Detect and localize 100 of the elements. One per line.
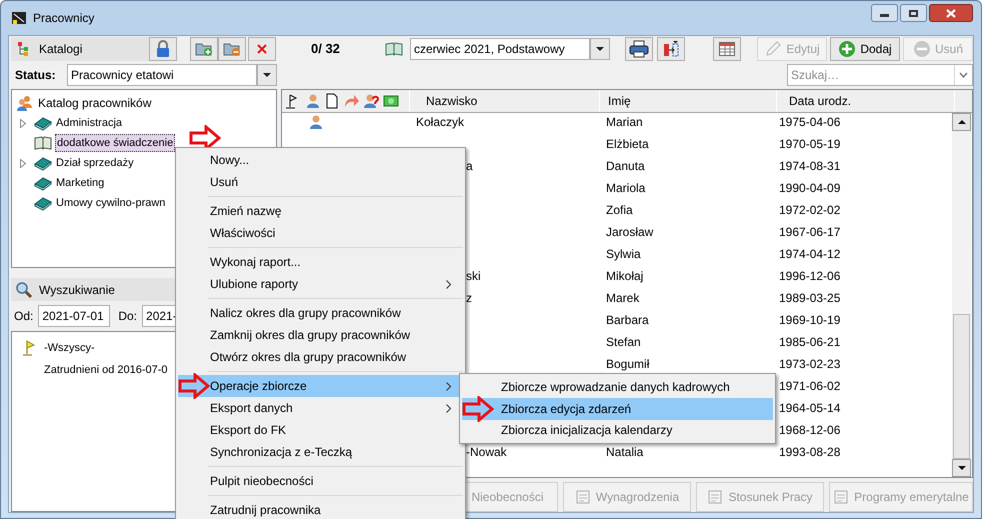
table-cell: 1971-06-02 [779,379,840,393]
catalogs-title: Katalogi [39,41,82,58]
table-cell: Natalia [606,445,644,459]
printer-icon [629,40,649,58]
table-cell: Danuta [606,159,645,173]
table-cell: Barbara [606,313,649,327]
table-cell: 1985-06-21 [779,335,840,349]
open-book-icon [385,41,403,57]
table-cell: 1975-04-06 [779,115,840,129]
menu-item[interactable]: Eksport do FK [178,419,463,441]
close-icon [257,44,267,54]
book-icon [34,195,52,211]
table-cell: Stefan [606,335,641,349]
table-cell: 1968-12-06 [779,423,840,437]
filter-item[interactable]: Zatrudnieni od 2016-07-0 [44,362,168,378]
redo-arrow-icon [343,93,359,109]
menu-item[interactable]: Zbiorcza inicjalizacja kalendarzy [462,420,773,441]
book-icon [34,115,52,131]
columns-button[interactable] [713,37,741,61]
tree-item[interactable]: Dział sprzedaży [56,154,134,172]
table-cell: 1970-05-19 [779,137,840,151]
table-cell: Mariola [606,181,646,195]
tree-item[interactable]: dodatkowe świadczenie [55,134,176,152]
plus-circle-icon [838,40,856,58]
search-field[interactable]: Szukaj… [787,64,973,86]
from-label: Od: [14,308,34,326]
menu-item[interactable]: Zmień nazwę [178,200,463,222]
menu-item[interactable]: Otwórz okres dla grupy pracowników [178,346,463,368]
menu-item[interactable]: Zbiorcza edycja zdarzeń [462,398,773,420]
export-icon [662,40,680,58]
column-header[interactable]: Nazwisko [410,90,600,112]
people-icon [16,95,34,111]
table-cell: -Nowak [466,445,507,459]
menu-item[interactable]: Synchronizacja z e-Teczką [178,441,463,463]
table-cell: 1993-08-28 [779,445,840,459]
person-icon [308,114,324,130]
table-cell: Marian [606,115,643,129]
table-cell: 1967-06-17 [779,225,840,239]
tree-item[interactable]: Umowy cywilno-prawn [56,194,166,212]
scrollbar[interactable] [952,113,971,477]
close-button[interactable] [929,4,973,22]
menu-item[interactable]: Ulubione raporty [178,273,463,295]
table-cell: a [466,159,473,173]
document-icon [833,489,850,505]
person-icon [305,93,321,109]
table-cell: ski [466,269,481,283]
menu-item[interactable]: Usuń [178,171,463,193]
table-icon [719,42,735,56]
pencil-icon [764,40,782,58]
table-cell: z [466,291,472,305]
tree-item[interactable]: Katalog pracowników [38,94,152,112]
menu-item[interactable]: Nowy... [178,149,463,171]
chevron-down-icon [959,72,968,78]
window-title: Pracownicy [33,10,94,27]
close-icon [946,8,956,18]
table-cell: Sylwia [606,247,641,261]
expand-icon[interactable] [20,118,26,128]
status-label: Status: [14,67,57,84]
minimize-button[interactable] [871,4,898,22]
scroll-up-icon [958,120,966,124]
open-book-icon [34,135,52,151]
chevron-right-icon [446,404,451,412]
menu-item[interactable]: Eksport danych [178,397,463,419]
app-icon [11,10,27,26]
export-button[interactable] [657,37,685,61]
remove-folder-button[interactable] [218,37,246,61]
table-cell: Kołaczyk [416,115,464,129]
caret-icon [263,73,271,77]
table-cell: 1974-04-12 [779,247,840,261]
document-icon [325,93,339,109]
table-cell: Bogumił [606,357,650,371]
add-folder-button[interactable] [190,37,218,61]
table-cell: Mikołaj [606,269,644,283]
menu-item[interactable]: Zbiorcze wprowadzanie danych kadrowych [462,376,773,398]
folder-plus-icon [195,41,213,57]
document-icon [574,489,591,505]
from-date-field[interactable]: 2021-07-01 [38,305,110,328]
toolbar-button[interactable]: Dodaj [830,37,900,61]
filter-item[interactable]: -Wszyscy- [44,340,95,356]
table-cell: 1974-08-31 [779,159,840,173]
table-cell: 1996-12-06 [779,269,840,283]
delete-button[interactable] [248,37,276,61]
to-label: Do: [118,308,138,326]
tree-item[interactable]: Administracja [56,114,122,132]
minus-circle-icon [912,40,931,58]
lock-button[interactable] [149,37,177,61]
chevron-right-icon [446,280,451,288]
table-cell: Marek [606,291,640,305]
maximize-button[interactable] [900,4,927,22]
expand-icon[interactable] [20,158,26,168]
table-cell: Jarosław [606,225,654,239]
tree-item[interactable]: Marketing [56,174,104,192]
menu-item[interactable]: Wykonaj raport... [178,251,463,273]
caret-icon [596,47,604,51]
column-header[interactable]: Data urodz. [777,90,955,112]
column-header[interactable]: Imię [600,90,777,112]
lock-icon [156,40,170,58]
menu-item[interactable]: Właściwości [178,222,463,244]
print-button[interactable] [625,37,653,61]
table-cell: 1989-03-25 [779,291,840,305]
